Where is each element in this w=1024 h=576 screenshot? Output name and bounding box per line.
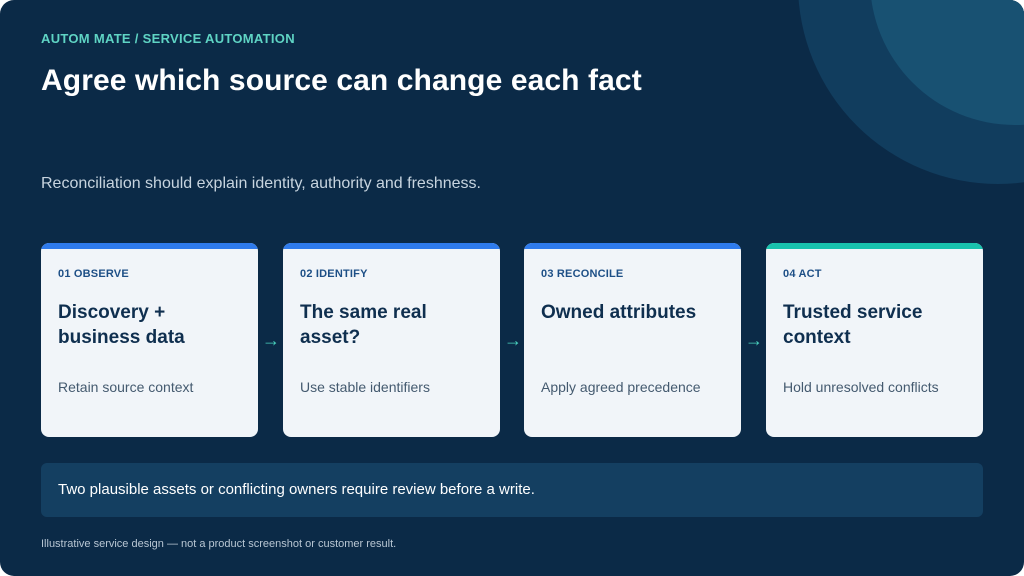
- step-card-accent-bar: [41, 243, 258, 249]
- step-description: Apply agreed precedence: [541, 379, 701, 395]
- step-card-accent-bar: [524, 243, 741, 249]
- arrow-right-icon: →: [504, 330, 522, 350]
- step-title: Discovery + business data: [58, 302, 185, 348]
- slide: AUTOM MATE / SERVICE AUTOMATION Agree wh…: [0, 0, 1024, 576]
- review-callout: Two plausible assets or conflicting owne…: [41, 463, 983, 517]
- step-card-accent-bar: [766, 243, 983, 249]
- step-card-observe: 01 OBSERVE Discovery + business data Ret…: [41, 243, 258, 437]
- step-card-accent-bar: [283, 243, 500, 249]
- step-title: The same real asset?: [300, 302, 427, 348]
- step-card-act: 04 ACT Trusted service context Hold unre…: [766, 243, 983, 437]
- step-number: 04 ACT: [783, 268, 822, 280]
- arrow-right-icon: →: [262, 330, 280, 350]
- page-subtitle: Reconciliation should explain identity, …: [41, 175, 481, 192]
- step-description: Retain source context: [58, 379, 194, 395]
- arrow-right-icon: →: [745, 330, 763, 350]
- page-title: Agree which source can change each fact: [41, 64, 642, 97]
- step-description: Hold unresolved conflicts: [783, 379, 939, 395]
- footnote: Illustrative service design — not a prod…: [41, 538, 397, 550]
- step-description: Use stable identifiers: [300, 379, 430, 395]
- step-card-identify: 02 IDENTIFY The same real asset? Use sta…: [283, 243, 500, 437]
- step-number: 03 RECONCILE: [541, 268, 624, 280]
- step-card-reconcile: 03 RECONCILE Owned attributes Apply agre…: [524, 243, 741, 437]
- eyebrow-label: AUTOM MATE / SERVICE AUTOMATION: [41, 31, 295, 46]
- step-number: 01 OBSERVE: [58, 268, 129, 280]
- step-number: 02 IDENTIFY: [300, 268, 368, 280]
- callout-text: Two plausible assets or conflicting owne…: [58, 481, 535, 498]
- step-title: Trusted service context: [783, 302, 923, 348]
- step-title: Owned attributes: [541, 302, 697, 323]
